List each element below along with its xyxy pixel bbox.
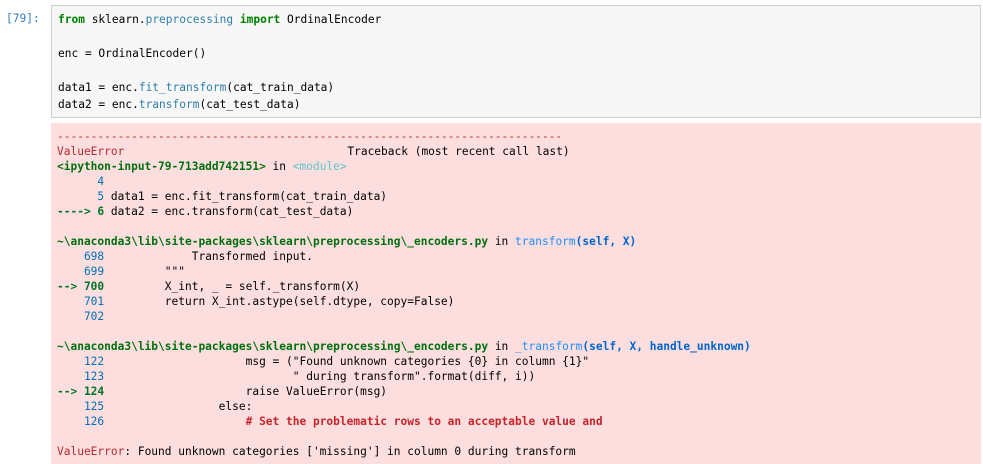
line-number: 125	[57, 400, 105, 413]
code-text: data1 = enc.	[58, 81, 139, 94]
line-number: 702	[57, 310, 105, 323]
traceback-header: ValueError Traceback (most recent call la…	[57, 144, 570, 159]
code-line-3: data1 = enc.fit_transform(cat_train_data…	[58, 80, 334, 95]
frame1-line: 5 data1 = enc.fit_transform(cat_train_da…	[57, 189, 387, 204]
code-text: raise ValueError(msg)	[104, 385, 388, 398]
file-path: ~\anaconda3\lib\site-packages\sklearn\pr…	[57, 340, 489, 353]
arrow-line-number: --> 124	[57, 385, 105, 398]
arrow-line-number: --> 700	[57, 280, 105, 293]
error-message: : Found unknown categories ['missing'] i…	[124, 445, 576, 458]
final-error-line: ValueError: Found unknown categories ['m…	[57, 444, 576, 459]
line-number: 5	[57, 190, 105, 203]
code-text: " during transform".format(diff, i))	[104, 370, 536, 383]
line-number: 4	[57, 175, 105, 188]
code-line-1: from sklearn.preprocessing import Ordina…	[58, 12, 381, 27]
traceback-dashes: ----------------------------------------…	[57, 130, 563, 143]
function-name: _transform	[515, 340, 583, 353]
function-name: transform	[515, 235, 576, 248]
frame3-line: 126 # Set the problematic rows to an acc…	[57, 414, 603, 429]
input-ref-line: <ipython-input-79-713add742151> in <modu…	[57, 159, 347, 174]
function-args: (self, X)	[575, 235, 637, 248]
code-text: data1 = enc.fit_transform(cat_train_data…	[104, 190, 388, 203]
error-output: ----------------------------------------…	[51, 123, 981, 464]
file1-line: ~\anaconda3\lib\site-packages\sklearn\pr…	[57, 234, 636, 249]
frame3-line: --> 124 raise ValueError(msg)	[57, 384, 387, 399]
module-name: sklearn.	[84, 13, 146, 26]
function-args: (self, X, handle_unknown)	[582, 340, 751, 353]
line-number: 126	[57, 415, 105, 428]
code-text: msg = ("Found unknown categories {0} in …	[104, 355, 590, 368]
code-text: else:	[104, 400, 253, 413]
in-word: in	[488, 340, 516, 353]
frame2-line: 699 """	[57, 264, 185, 279]
line-number: 699	[57, 265, 105, 278]
code-text: X_int, _ = self._transform(X)	[104, 280, 361, 293]
frame1-line: ----> 6 data2 = enc.transform(cat_test_d…	[57, 204, 353, 219]
method-name: fit_transform	[138, 81, 227, 94]
code-text: """	[104, 265, 185, 278]
keyword-from: from	[58, 13, 85, 26]
error-name: ValueError	[57, 145, 125, 158]
keyword-import: import	[233, 13, 281, 26]
code-text: return X_int.astype(self.dtype, copy=Fal…	[104, 295, 455, 308]
error-name: ValueError	[57, 445, 125, 458]
in-word: in	[265, 160, 293, 173]
code-text: (cat_test_data)	[199, 98, 301, 111]
code-text: data2 = enc.	[58, 98, 139, 111]
line-number: 701	[57, 295, 105, 308]
line-number: 698	[57, 250, 105, 263]
cell-prompt: [79]:	[6, 12, 40, 25]
line-number: 122	[57, 355, 105, 368]
in-word: in	[488, 235, 516, 248]
traceback-title: Traceback (most recent call last)	[347, 145, 570, 158]
frame1-line: 4	[57, 174, 104, 189]
line-number: 123	[57, 370, 105, 383]
frame3-line: 125 else:	[57, 399, 252, 414]
frame2-line: 701 return X_int.astype(self.dtype, copy…	[57, 294, 454, 309]
file2-line: ~\anaconda3\lib\site-packages\sklearn\pr…	[57, 339, 751, 354]
code-line-2: enc = OrdinalEncoder()	[58, 47, 207, 60]
code-input-cell[interactable]: from sklearn.preprocessing import Ordina…	[51, 5, 981, 118]
file-path: ~\anaconda3\lib\site-packages\sklearn\pr…	[57, 235, 489, 248]
code-line-4: data2 = enc.transform(cat_test_data)	[58, 97, 301, 112]
submodule-name: preprocessing	[145, 13, 234, 26]
frame3-line: 123 " during transform".format(diff, i))	[57, 369, 535, 384]
code-text: data2 = enc.transform(cat_test_data)	[104, 205, 354, 218]
module-ref: <module>	[292, 160, 347, 173]
frame2-line: --> 700 X_int, _ = self._transform(X)	[57, 279, 360, 294]
code-text: Transformed input.	[104, 250, 313, 263]
code-text: (cat_train_data)	[226, 81, 335, 94]
input-ref: <ipython-input-79-713add742151>	[57, 160, 266, 173]
arrow-line-number: ----> 6	[57, 205, 105, 218]
code-comment: # Set the problematic rows to an accepta…	[104, 415, 603, 428]
class-name: OrdinalEncoder	[280, 13, 382, 26]
method-name: transform	[138, 98, 200, 111]
frame2-line: 702	[57, 309, 104, 324]
frame3-line: 122 msg = ("Found unknown categories {0}…	[57, 354, 589, 369]
frame2-line: 698 Transformed input.	[57, 249, 313, 264]
